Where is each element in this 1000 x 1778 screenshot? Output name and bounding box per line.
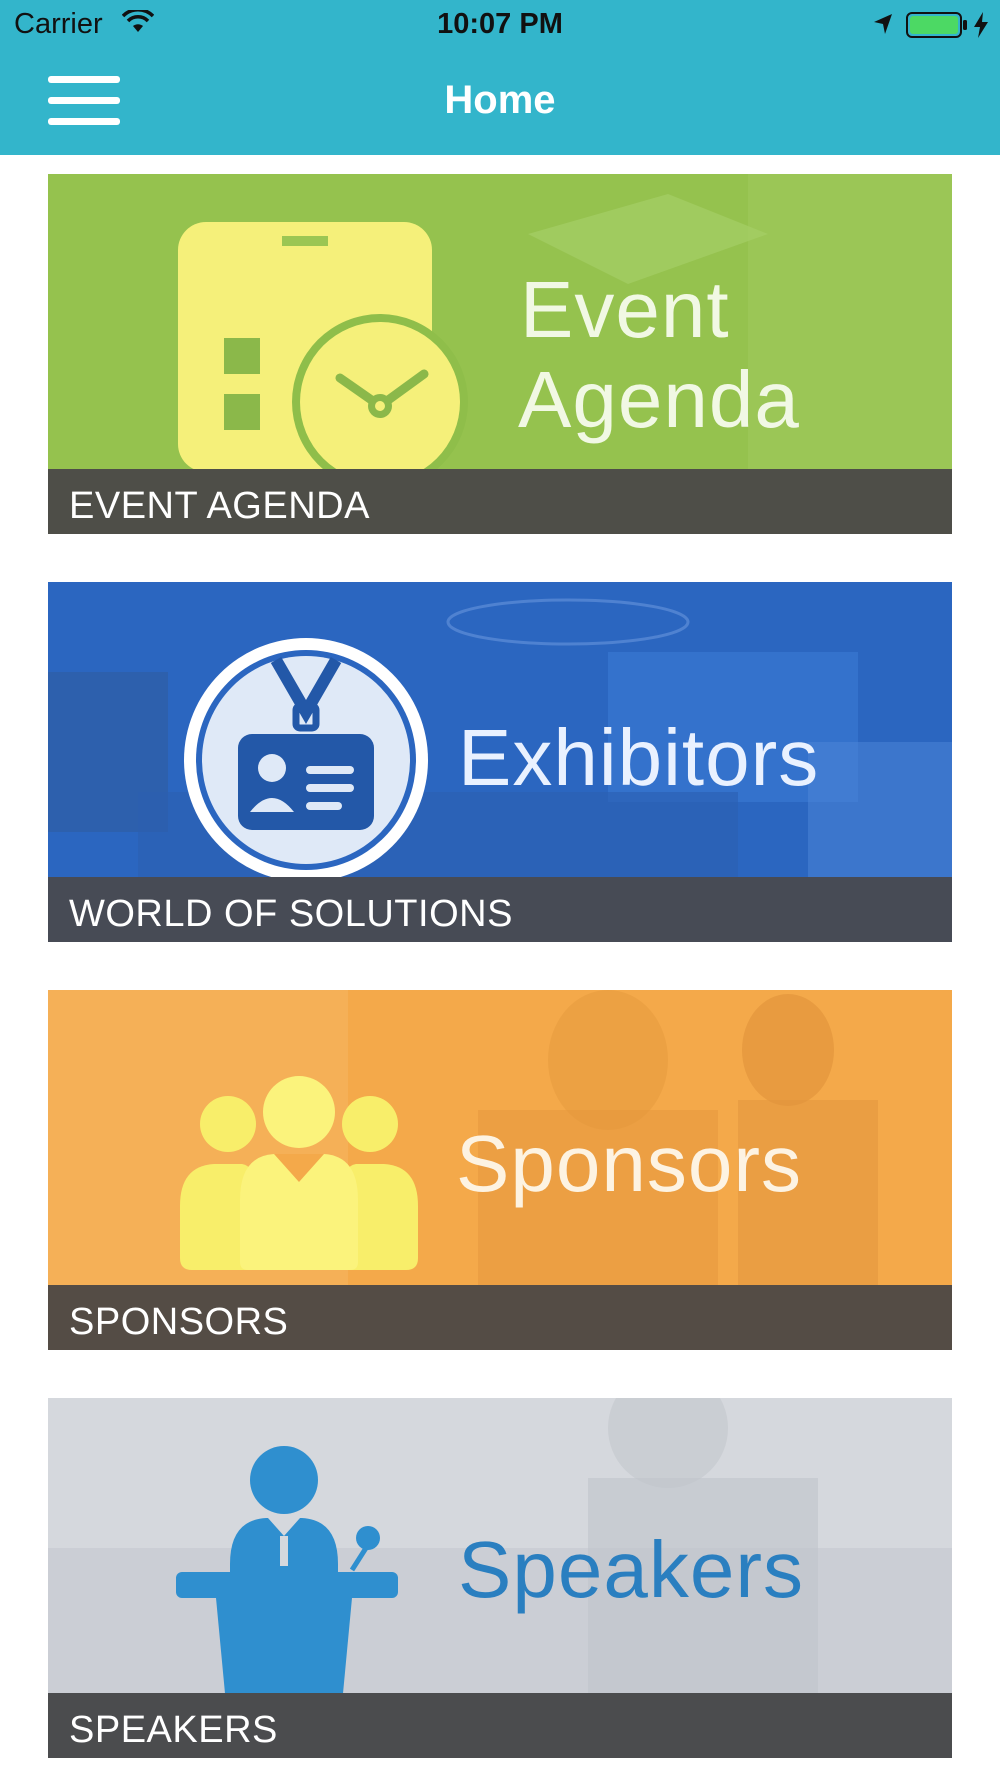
sponsors-banner-title: Sponsors	[456, 1119, 802, 1208]
charging-bolt-icon	[974, 12, 988, 38]
speakers-tile[interactable]: Speakers SPEAKERS	[48, 1398, 952, 1758]
status-time: 10:07 PM	[437, 8, 563, 40]
speakers-caption: SPEAKERS	[69, 1709, 278, 1751]
exhibitors-banner-title: Exhibitors	[458, 713, 820, 802]
speakers-banner-title: Speakers	[458, 1525, 804, 1614]
sponsors-caption-bar: SPONSORS	[48, 1285, 952, 1350]
badge-clock-icon	[178, 222, 468, 472]
people-group-icon	[180, 1076, 418, 1270]
world-of-solutions-caption: WORLD OF SOLUTIONS	[69, 893, 513, 935]
event-agenda-banner-title-line1: Event	[520, 265, 730, 354]
sponsors-tile[interactable]: Sponsors SPONSORS	[48, 990, 952, 1350]
world-of-solutions-caption-bar: WORLD OF SOLUTIONS	[48, 877, 952, 942]
page-title: Home	[444, 78, 556, 122]
location-arrow-icon	[874, 14, 892, 34]
battery-icon	[906, 12, 967, 38]
event-agenda-caption: EVENT AGENDA	[69, 485, 370, 527]
speakers-caption-bar: SPEAKERS	[48, 1693, 952, 1758]
navigation-bar: Home	[0, 50, 1000, 155]
world-of-solutions-tile[interactable]: Exhibitors WORLD OF SOLUTIONS	[48, 582, 952, 942]
event-agenda-tile[interactable]: Event Agenda EVENT AGENDA	[48, 174, 952, 534]
status-bar: Carrier 10:07 PM	[0, 0, 1000, 50]
event-agenda-caption-bar: EVENT AGENDA	[48, 469, 952, 534]
id-badge-icon	[184, 638, 428, 882]
event-agenda-banner-title-line2: Agenda	[518, 355, 800, 444]
speaker-podium-icon	[176, 1446, 398, 1704]
sponsors-caption: SPONSORS	[69, 1301, 289, 1343]
